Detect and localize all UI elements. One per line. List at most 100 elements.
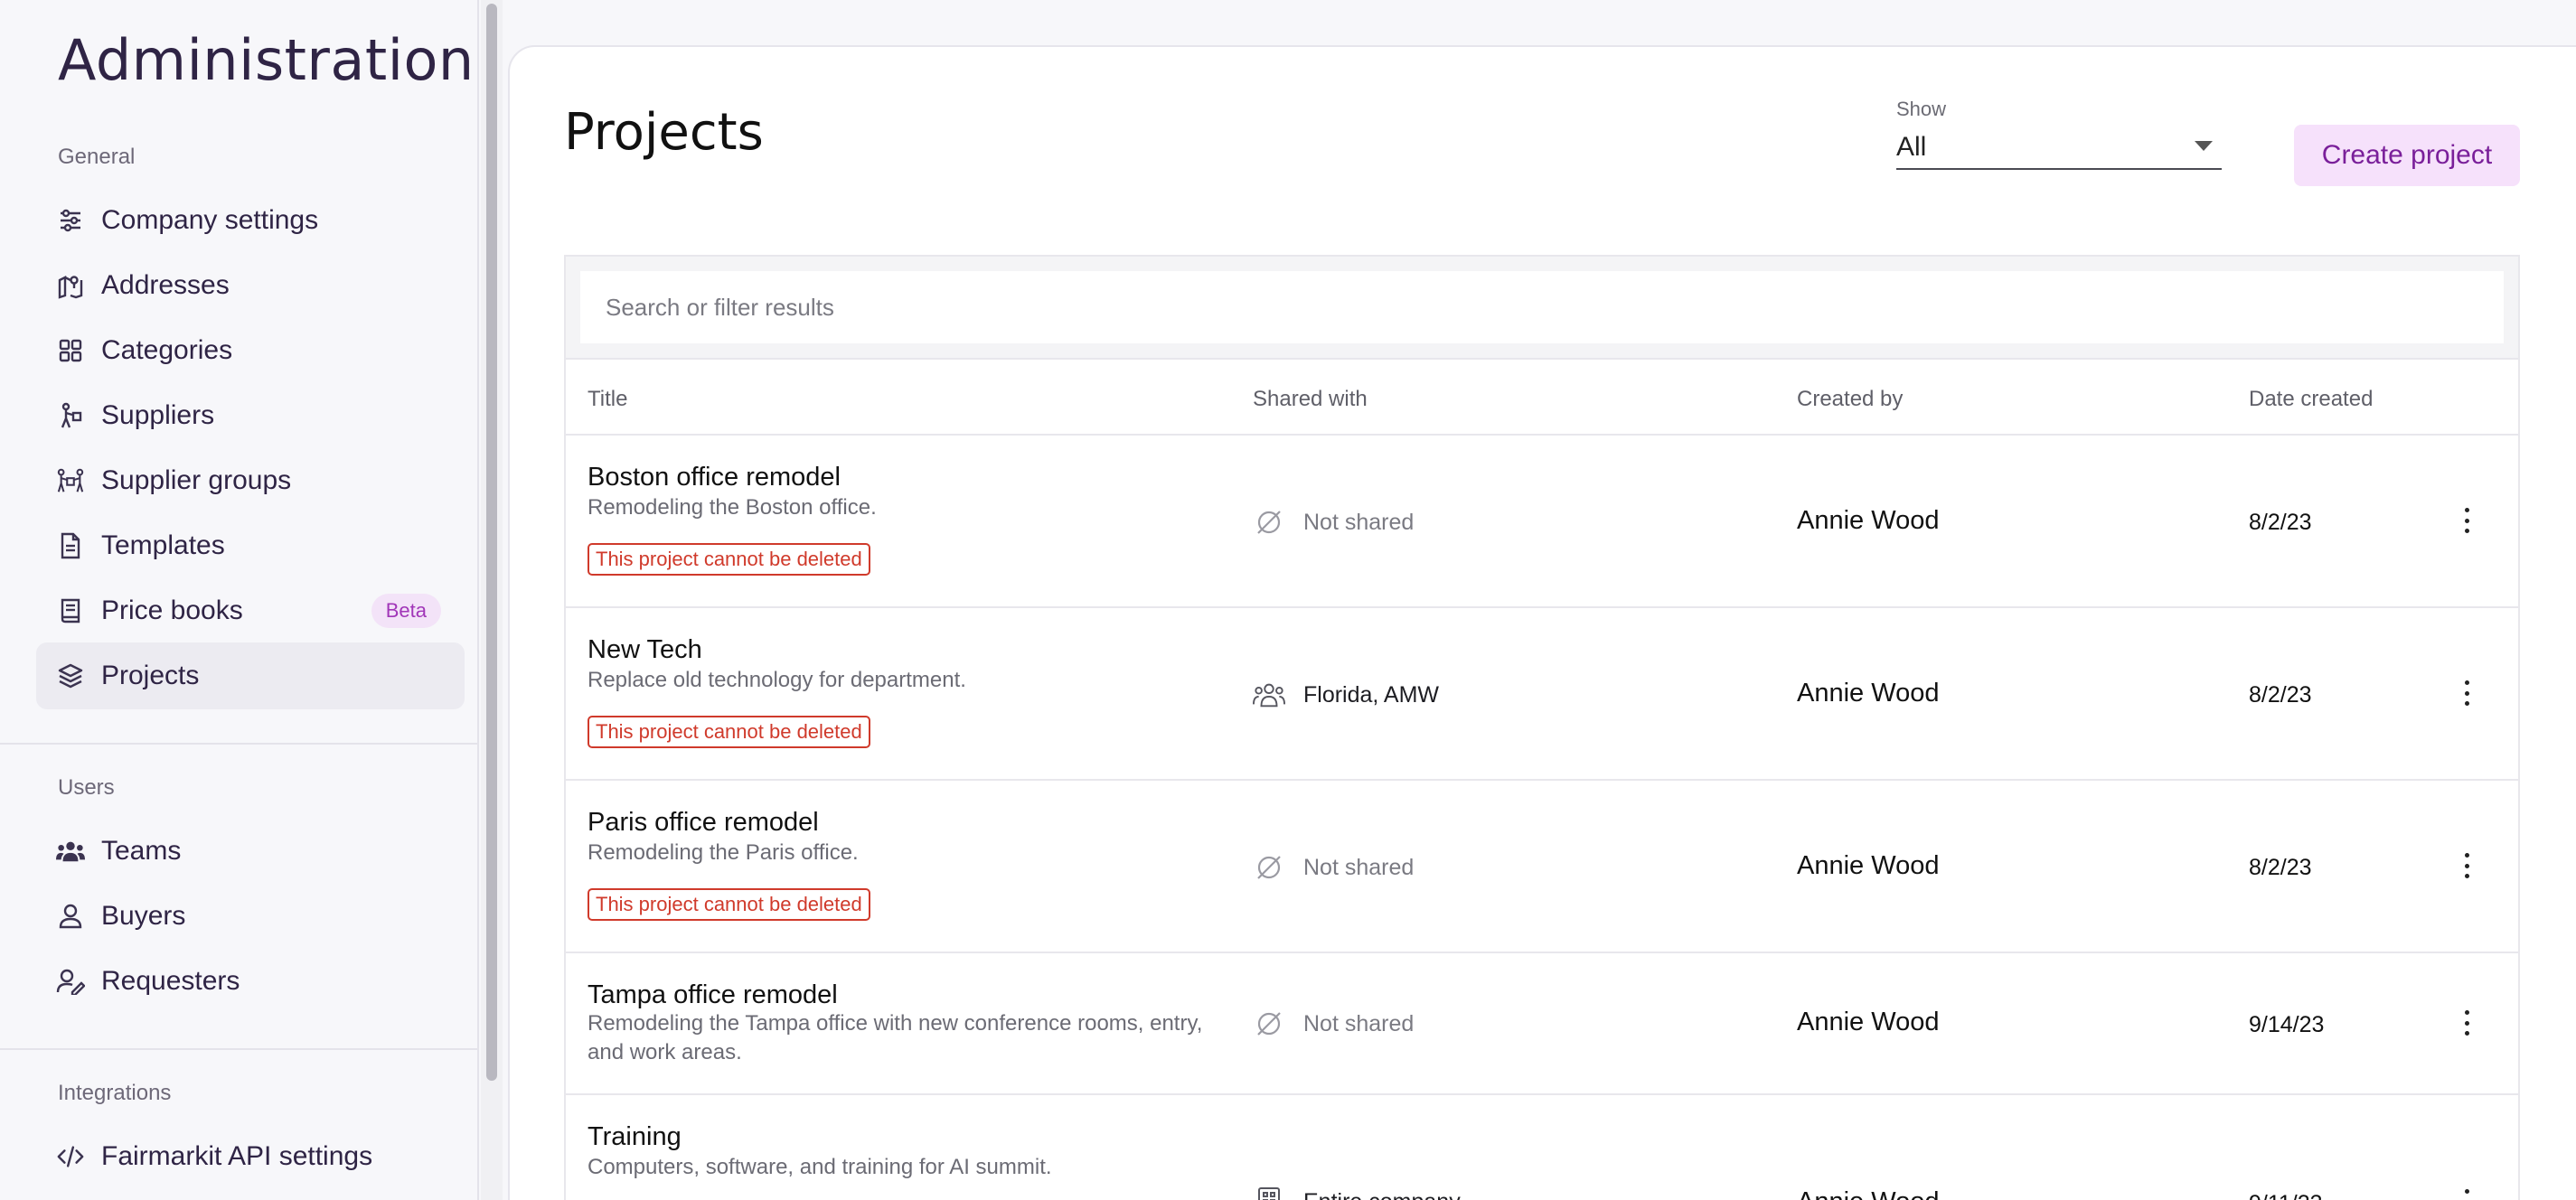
projects-table: Title Shared with Created by Date create…	[564, 255, 2520, 1200]
search-input[interactable]	[580, 271, 2504, 343]
sidebar-item-supplier-groups[interactable]: Supplier groups	[36, 447, 465, 514]
sidebar-divider	[0, 1048, 479, 1050]
main-panel: Projects Show All Create project Title S…	[508, 45, 2576, 1200]
table-row[interactable]: Tampa office remodel Remodeling the Tamp…	[566, 953, 2518, 1095]
user-edit-icon	[56, 967, 85, 996]
beta-badge: Beta	[371, 594, 441, 628]
table-row[interactable]: New Tech Replace old technology for depa…	[566, 608, 2518, 781]
not-shared-icon	[1253, 1008, 1285, 1040]
scrollbar-thumb[interactable]	[486, 4, 497, 1081]
document-icon	[56, 531, 85, 560]
group-icon	[1253, 679, 1285, 711]
project-description: Replace old technology for department.	[588, 668, 966, 692]
sidebar-item-label: Price books	[101, 595, 243, 625]
date-created: 8/2/23	[2249, 682, 2312, 708]
project-title[interactable]: Boston office remodel	[588, 463, 841, 492]
sidebar-item-projects[interactable]: Projects	[36, 642, 465, 709]
code-icon	[56, 1142, 85, 1171]
sliders-icon	[56, 206, 85, 235]
project-description: Remodeling the Boston office.	[588, 495, 877, 520]
cannot-delete-badge: This project cannot be deleted	[588, 716, 870, 748]
more-options-icon[interactable]	[2453, 677, 2480, 709]
sidebar-item-label: Templates	[101, 530, 225, 560]
column-shared-with[interactable]: Shared with	[1253, 387, 1368, 412]
more-options-icon[interactable]	[2453, 849, 2480, 882]
project-description: Remodeling the Tampa office with new con…	[588, 1011, 1203, 1064]
table-row[interactable]: Boston office remodel Remodeling the Bos…	[566, 436, 2518, 608]
not-shared-icon	[1253, 506, 1285, 539]
shared-with-cell: Not shared	[1253, 506, 1414, 539]
sidebar: Administration General Company settings …	[0, 0, 479, 1200]
sidebar-item-templates[interactable]: Templates	[36, 512, 465, 579]
sidebar-item-label: Buyers	[101, 901, 186, 931]
more-options-icon[interactable]	[2453, 504, 2480, 537]
created-by: Annie Wood	[1797, 1187, 1939, 1200]
map-pin-icon	[56, 271, 85, 300]
sidebar-item-categories[interactable]: Categories	[36, 317, 465, 384]
sidebar-item-label: Requesters	[101, 966, 240, 996]
shared-with-text: Entire company	[1303, 1189, 1461, 1200]
supplier-icon	[56, 401, 85, 430]
column-title[interactable]: Title	[588, 387, 627, 412]
project-title[interactable]: Tampa office remodel	[588, 980, 838, 1010]
more-options-icon[interactable]	[2453, 1186, 2480, 1200]
layers-icon	[56, 661, 85, 690]
date-created: 8/2/23	[2249, 855, 2312, 880]
column-date-created[interactable]: Date created	[2249, 387, 2373, 412]
shared-with-cell: Not shared	[1253, 851, 1414, 884]
date-created: 9/14/23	[2249, 1012, 2325, 1037]
sidebar-item-label: Supplier groups	[101, 465, 292, 495]
table-header: Title Shared with Created by Date create…	[566, 360, 2518, 436]
shared-with-cell: Entire company	[1253, 1186, 1461, 1200]
section-users: Users	[58, 775, 115, 800]
shared-with-cell: Not shared	[1253, 1008, 1414, 1040]
cannot-delete-badge: This project cannot be deleted	[588, 543, 870, 576]
supplier-groups-icon	[56, 466, 85, 495]
column-created-by[interactable]: Created by	[1797, 387, 1903, 412]
show-select-value: All	[1896, 132, 1927, 162]
sidebar-item-suppliers[interactable]: Suppliers	[36, 382, 465, 449]
create-project-button[interactable]: Create project	[2294, 125, 2520, 186]
sidebar-scrollbar[interactable]	[481, 0, 503, 1200]
sidebar-item-buyers[interactable]: Buyers	[36, 883, 465, 950]
cannot-delete-badge: This project cannot be deleted	[588, 888, 870, 921]
sidebar-item-company-settings[interactable]: Company settings	[36, 187, 465, 254]
project-description: Remodeling the Paris office.	[588, 840, 859, 865]
date-created: 8/2/23	[2249, 510, 2312, 535]
page-title: Projects	[564, 103, 764, 162]
section-integrations: Integrations	[58, 1081, 172, 1105]
sidebar-item-api-settings[interactable]: Fairmarkit API settings	[36, 1123, 465, 1190]
not-shared-icon	[1253, 851, 1285, 884]
show-select[interactable]: All	[1896, 127, 2222, 170]
created-by: Annie Wood	[1797, 506, 1940, 535]
sidebar-item-requesters[interactable]: Requesters	[36, 948, 465, 1015]
building-icon	[1253, 1186, 1285, 1200]
table-row[interactable]: Paris office remodel Remodeling the Pari…	[566, 781, 2518, 953]
sidebar-item-label: Company settings	[101, 205, 319, 235]
shared-with-cell: Florida, AMW	[1253, 679, 1439, 711]
shared-with-text: Not shared	[1303, 1010, 1415, 1036]
created-by: Annie Wood	[1797, 851, 1940, 880]
project-title[interactable]: Training	[588, 1122, 682, 1152]
project-title[interactable]: Paris office remodel	[588, 808, 819, 838]
sidebar-item-label: Categories	[101, 335, 233, 365]
sidebar-item-price-books[interactable]: Price books Beta	[36, 577, 465, 644]
sidebar-item-label: Suppliers	[101, 400, 215, 430]
search-bar	[566, 257, 2518, 360]
sidebar-item-teams[interactable]: Teams	[36, 818, 465, 885]
section-general: General	[58, 145, 136, 169]
shared-with-text: Not shared	[1303, 509, 1415, 535]
table-row[interactable]: Training Computers, software, and traini…	[566, 1095, 2518, 1200]
project-title[interactable]: New Tech	[588, 635, 702, 665]
sidebar-item-addresses[interactable]: Addresses	[36, 252, 465, 319]
book-icon	[56, 596, 85, 625]
created-by: Annie Wood	[1797, 1008, 1940, 1036]
grid-icon	[56, 336, 85, 365]
more-options-icon[interactable]	[2453, 1007, 2480, 1039]
sidebar-item-label: Fairmarkit API settings	[101, 1141, 373, 1171]
date-created: 9/11/23	[2249, 1191, 2323, 1200]
shared-with-text: Florida, AMW	[1303, 681, 1440, 708]
shared-with-text: Not shared	[1303, 854, 1415, 880]
sidebar-item-label: Teams	[101, 836, 182, 866]
sidebar-item-label: Projects	[101, 661, 200, 690]
